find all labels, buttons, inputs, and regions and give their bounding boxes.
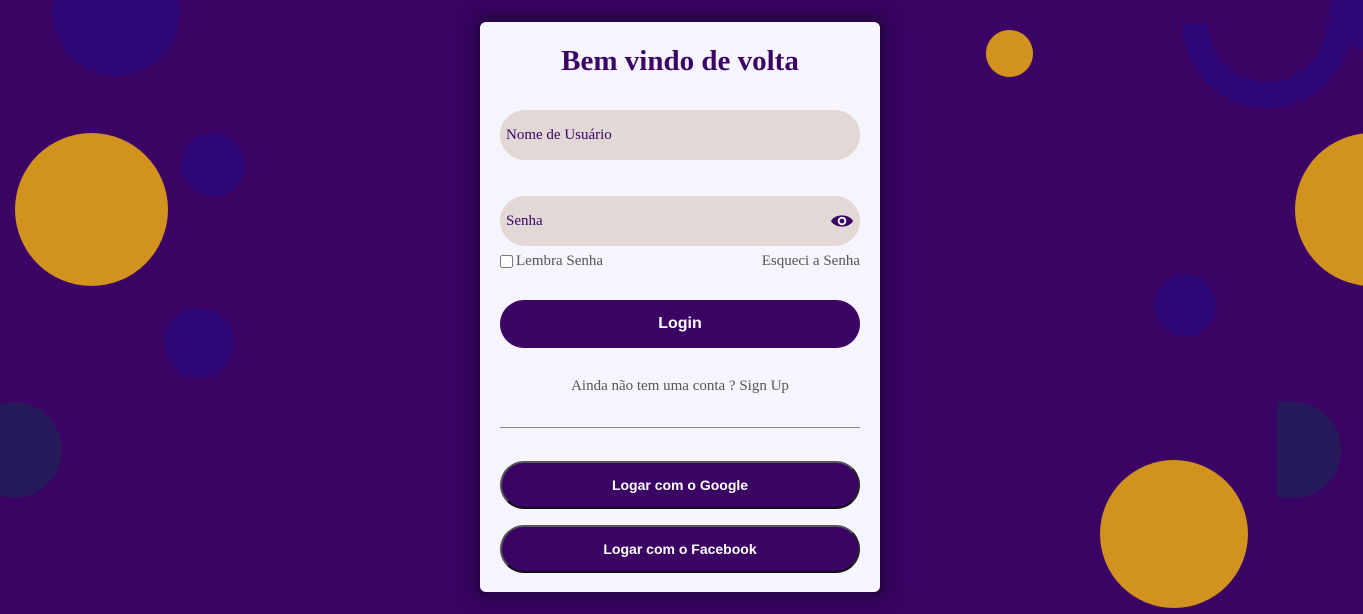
decorative-circle bbox=[164, 308, 234, 378]
password-field bbox=[500, 196, 860, 246]
decorative-circle bbox=[1295, 133, 1363, 286]
eye-icon[interactable] bbox=[830, 210, 854, 232]
remember-label: Lembra Senha bbox=[516, 253, 604, 269]
decorative-circle bbox=[52, 0, 180, 76]
divider bbox=[500, 427, 860, 428]
decorative-circle bbox=[986, 30, 1033, 77]
signup-row: Ainda não tem uma conta ? Sign Up bbox=[500, 378, 860, 395]
signup-link[interactable]: Sign Up bbox=[739, 378, 789, 394]
google-login-button[interactable]: Logar com o Google bbox=[500, 461, 860, 509]
decorative-circle bbox=[15, 133, 168, 286]
decorative-ring bbox=[1146, 0, 1363, 144]
username-input[interactable] bbox=[506, 126, 854, 144]
remember-password[interactable]: Lembra Senha bbox=[500, 253, 603, 270]
username-field bbox=[500, 110, 860, 160]
decorative-half-circle bbox=[1277, 402, 1341, 498]
forgot-password-link[interactable]: Esqueci a Senha bbox=[762, 253, 860, 270]
login-options-row: Lembra Senha Esqueci a Senha bbox=[500, 253, 860, 270]
login-button[interactable]: Login bbox=[500, 300, 860, 348]
decorative-circle bbox=[1100, 460, 1248, 608]
facebook-login-button[interactable]: Logar com o Facebook bbox=[500, 525, 860, 573]
page-title: Bem vindo de volta bbox=[561, 45, 799, 77]
login-card: Bem vindo de volta Lembra Senha Esqueci … bbox=[480, 22, 880, 592]
page-background: Bem vindo de volta Lembra Senha Esqueci … bbox=[0, 0, 1363, 614]
decorative-circle bbox=[1154, 274, 1216, 336]
decorative-circle bbox=[0, 402, 62, 498]
decorative-circle bbox=[181, 133, 245, 197]
password-input[interactable] bbox=[506, 212, 854, 230]
signup-prompt: Ainda não tem uma conta ? bbox=[571, 378, 736, 394]
remember-checkbox[interactable] bbox=[500, 255, 513, 268]
